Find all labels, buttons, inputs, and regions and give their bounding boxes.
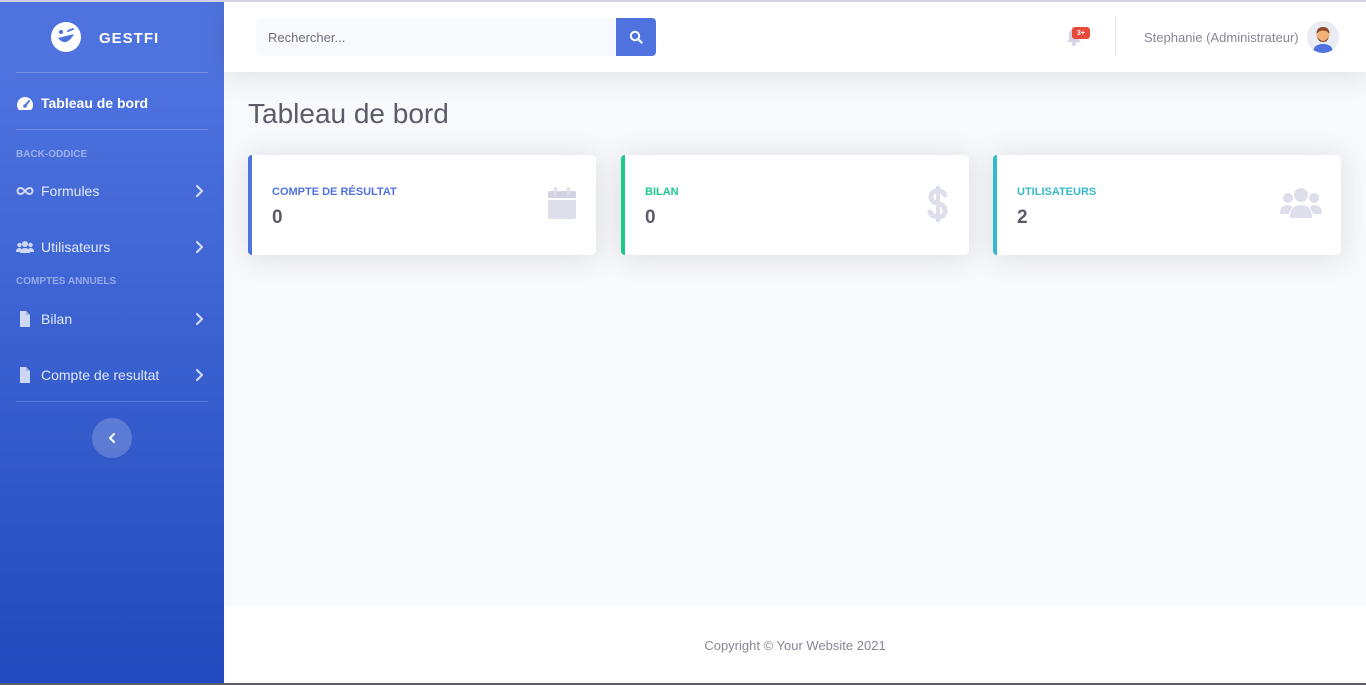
copyright-text: Copyright © Your Website 2021 xyxy=(704,638,886,653)
card-title: BILAN xyxy=(645,186,679,198)
sidebar-item-utilisateurs[interactable]: Utilisateurs xyxy=(0,227,224,267)
dollar-icon xyxy=(927,186,948,222)
alerts-badge: 3+ xyxy=(1072,27,1090,39)
users-icon xyxy=(16,241,34,253)
user-name: Stephanie (Administrateur) xyxy=(1144,29,1299,45)
infinity-icon xyxy=(16,186,34,196)
sidebar-item-bilan[interactable]: Bilan xyxy=(0,299,224,339)
card-accent-bar xyxy=(248,155,252,255)
laughing-face-icon xyxy=(51,22,81,52)
sidebar-divider xyxy=(16,401,208,402)
topbar: 3+ Stephanie (Administrateur) xyxy=(224,2,1366,72)
brand-name: GESTFI xyxy=(99,30,160,47)
chevron-right-icon xyxy=(195,312,204,326)
chevron-left-icon xyxy=(109,433,115,443)
topbar-divider xyxy=(1115,16,1116,56)
file-icon xyxy=(20,367,30,383)
sidebar-divider xyxy=(16,129,208,130)
tachometer-icon xyxy=(17,97,33,110)
sidebar-item-dashboard[interactable]: Tableau de bord xyxy=(0,83,224,123)
calendar-icon xyxy=(548,187,576,219)
chevron-right-icon xyxy=(195,368,204,382)
card-utilisateurs: UTILISATEURS 2 xyxy=(993,155,1341,255)
card-value: 2 xyxy=(1017,207,1028,228)
card-compte-de-resultat: COMPTE DE RÉSULTAT 0 xyxy=(248,155,596,255)
search-icon xyxy=(629,30,643,44)
sidebar-item-label: Utilisateurs xyxy=(41,239,111,255)
card-accent-bar xyxy=(621,155,625,255)
search-button[interactable] xyxy=(616,18,656,56)
sidebar-item-label: Bilan xyxy=(41,311,73,327)
sidebar-item-compte-de-resultat[interactable]: Compte de resultat xyxy=(0,355,224,395)
sidebar-divider xyxy=(16,72,208,73)
search-input[interactable] xyxy=(256,18,616,56)
card-title: COMPTE DE RÉSULTAT xyxy=(272,186,397,198)
chevron-right-icon xyxy=(195,184,204,198)
sidebar-item-formules[interactable]: Formules xyxy=(0,171,224,211)
window-top-border xyxy=(0,0,1366,2)
card-bilan: BILAN 0 xyxy=(621,155,969,255)
file-icon xyxy=(20,311,30,327)
page-title: Tableau de bord xyxy=(248,98,449,129)
sidebar: GESTFI Tableau de bord BACK-ODDICE Formu… xyxy=(0,2,224,683)
chevron-right-icon xyxy=(195,240,204,254)
avatar xyxy=(1306,21,1339,53)
card-title: UTILISATEURS xyxy=(1017,186,1097,198)
sidebar-toggle-button[interactable] xyxy=(92,418,132,458)
card-accent-bar xyxy=(993,155,997,255)
sidebar-heading-comptes-annuels: COMPTES ANNUELS xyxy=(16,276,117,287)
sidebar-item-label: Tableau de bord xyxy=(41,95,149,111)
footer: Copyright © Your Website 2021 xyxy=(224,606,1366,683)
sidebar-brand[interactable]: GESTFI xyxy=(0,2,224,72)
user-menu[interactable]: Stephanie (Administrateur) xyxy=(1144,18,1339,56)
card-value: 0 xyxy=(272,207,283,228)
users-icon xyxy=(1280,188,1322,218)
sidebar-heading-back-office: BACK-ODDICE xyxy=(16,149,88,160)
sidebar-item-label: Formules xyxy=(41,183,100,199)
sidebar-item-label: Compte de resultat xyxy=(41,367,160,383)
card-value: 0 xyxy=(645,207,656,228)
